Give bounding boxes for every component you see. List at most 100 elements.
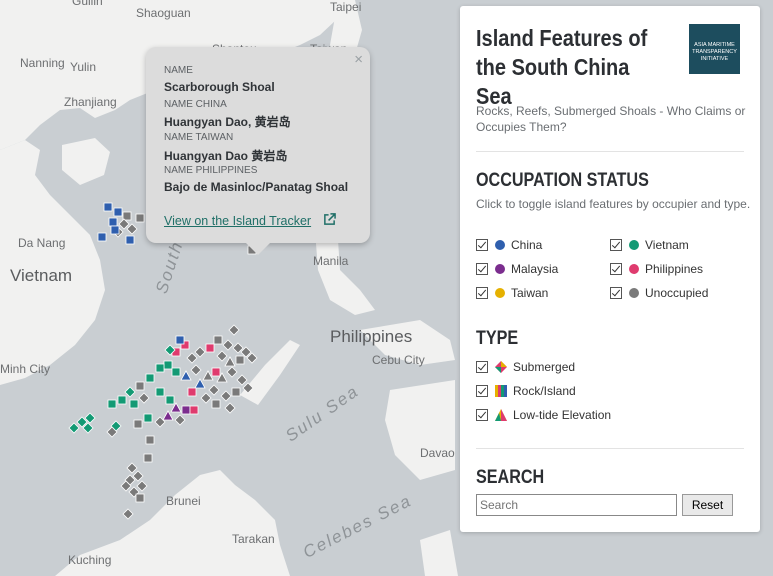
island-tracker-link[interactable]: View on the Island Tracker	[164, 214, 311, 228]
feature-marker-unoccupied[interactable]	[190, 364, 202, 376]
feature-marker-vietnam[interactable]	[129, 399, 139, 409]
feature-marker-china[interactable]	[108, 217, 118, 227]
divider	[476, 448, 744, 449]
feature-marker-unoccupied[interactable]	[216, 350, 228, 362]
checkbox[interactable]	[476, 409, 488, 421]
place-label: Taipei	[330, 0, 362, 14]
place-label: Guilin	[72, 0, 103, 8]
feature-marker-unoccupied[interactable]	[220, 390, 232, 402]
feature-marker-unoccupied[interactable]	[135, 381, 145, 391]
feature-marker-unoccupied[interactable]	[213, 335, 223, 345]
toggle-china[interactable]: China	[476, 237, 542, 253]
philippines-dot-icon	[629, 264, 639, 274]
feature-marker-unoccupied[interactable]	[145, 435, 155, 445]
checkbox[interactable]	[610, 263, 622, 275]
reset-button[interactable]: Reset	[682, 494, 733, 516]
feature-marker-philippines[interactable]	[189, 405, 199, 415]
feature-marker-unoccupied[interactable]	[231, 387, 241, 397]
panel-subtitle: Rocks, Reefs, Submerged Shoals - Who Cla…	[476, 104, 746, 134]
feature-marker-unoccupied[interactable]	[194, 346, 206, 358]
feature-marker-unoccupied[interactable]	[143, 453, 153, 463]
feature-marker-vietnam[interactable]	[124, 386, 136, 398]
feature-marker-unoccupied[interactable]	[228, 324, 240, 336]
feature-marker-vietnam[interactable]	[117, 395, 127, 405]
checkbox[interactable]	[610, 287, 622, 299]
feature-marker-unoccupied[interactable]	[224, 402, 236, 414]
feature-marker-china[interactable]	[97, 232, 107, 242]
feature-marker-china[interactable]	[113, 207, 123, 217]
feature-marker-china[interactable]	[103, 202, 113, 212]
feature-marker-vietnam[interactable]	[107, 399, 117, 409]
toggle-taiwan[interactable]: Taiwan	[476, 285, 548, 301]
feature-marker-unoccupied[interactable]	[122, 508, 134, 520]
feature-marker-vietnam[interactable]	[165, 395, 175, 405]
toggle-unoccupied[interactable]: Unoccupied	[610, 285, 708, 301]
place-label: Brunei	[166, 494, 201, 508]
feature-marker-unoccupied[interactable]	[135, 213, 145, 223]
feature-marker-philippines[interactable]	[205, 343, 215, 353]
feature-marker-china[interactable]	[175, 335, 185, 345]
toggle-philippines[interactable]: Philippines	[610, 261, 703, 277]
place-label: Cebu City	[372, 353, 425, 367]
feature-marker-vietnam[interactable]	[143, 413, 153, 423]
feature-marker-vietnam[interactable]	[155, 387, 165, 397]
toggle-malaysia[interactable]: Malaysia	[476, 261, 558, 277]
toggle-submerged[interactable]: Submerged	[476, 359, 575, 375]
feature-marker-unoccupied[interactable]	[133, 419, 143, 429]
feature-marker-unoccupied[interactable]	[208, 384, 220, 396]
name-china-label: NAME CHINA	[164, 99, 227, 110]
feature-marker-unoccupied[interactable]	[135, 493, 145, 503]
external-link-icon[interactable]	[323, 213, 336, 226]
feature-marker-unoccupied[interactable]	[126, 462, 138, 474]
checkbox[interactable]	[476, 361, 488, 373]
checkbox[interactable]	[476, 385, 488, 397]
feature-marker-unoccupied[interactable]	[126, 223, 138, 235]
checkbox[interactable]	[476, 263, 488, 275]
feature-marker-china[interactable]	[180, 370, 192, 381]
taiwan-dot-icon	[495, 288, 505, 298]
toggle-vietnam[interactable]: Vietnam	[610, 237, 689, 253]
feature-marker-unoccupied[interactable]	[200, 392, 212, 404]
feature-popup: × NAME Scarborough Shoal NAME CHINA Huan…	[146, 47, 370, 255]
feature-marker-unoccupied[interactable]	[226, 366, 238, 378]
feature-marker-unoccupied[interactable]	[186, 352, 198, 364]
feature-marker-vietnam[interactable]	[145, 373, 155, 383]
toggle-rock-island[interactable]: Rock/Island	[476, 383, 576, 399]
feature-marker-unoccupied[interactable]	[224, 356, 236, 367]
occupation-description: Click to toggle island features by occup…	[476, 197, 751, 211]
vietnam-dot-icon	[629, 240, 639, 250]
feature-marker-philippines[interactable]	[211, 367, 221, 377]
feature-marker-unoccupied[interactable]	[236, 374, 248, 386]
feature-marker-philippines[interactable]	[187, 387, 197, 397]
feature-marker-unoccupied[interactable]	[118, 218, 130, 230]
feature-marker-unoccupied[interactable]	[174, 414, 186, 426]
checkbox[interactable]	[476, 239, 488, 251]
feature-marker-vietnam[interactable]	[155, 363, 165, 373]
feature-marker-vietnam[interactable]	[163, 360, 173, 370]
toggle-low-tide[interactable]: Low-tide Elevation	[476, 407, 611, 423]
place-label: Yulin	[70, 60, 97, 74]
place-label: Minh City	[0, 362, 51, 376]
search-input[interactable]	[476, 494, 677, 516]
feature-marker-china[interactable]	[110, 225, 120, 235]
feature-marker-vietnam[interactable]	[171, 367, 181, 377]
feature-marker-unoccupied[interactable]	[138, 392, 150, 404]
feature-marker-unoccupied[interactable]	[222, 339, 234, 351]
divider	[476, 151, 744, 152]
diamond-icon	[495, 361, 507, 373]
checkbox[interactable]	[610, 239, 622, 251]
feature-marker-unoccupied[interactable]	[235, 355, 245, 365]
checkbox[interactable]	[476, 287, 488, 299]
feature-marker-unoccupied[interactable]	[211, 399, 221, 409]
toggle-label: Unoccupied	[645, 286, 709, 300]
amti-logo[interactable]: ASIA MARITIME TRANSPARENCY INITIATIVE	[689, 24, 740, 74]
popup-pointer	[246, 243, 270, 255]
feature-marker-vietnam[interactable]	[68, 422, 80, 434]
feature-marker-malaysia[interactable]	[181, 405, 191, 415]
feature-marker-china[interactable]	[125, 235, 135, 245]
legend-panel: Island Features of the South China Sea A…	[460, 6, 760, 532]
name-philippines-label: NAME PHILIPPINES	[164, 165, 258, 176]
feature-marker-unoccupied[interactable]	[136, 480, 148, 492]
popup-close-button[interactable]: ×	[354, 51, 363, 68]
feature-marker-unoccupied[interactable]	[202, 370, 214, 381]
